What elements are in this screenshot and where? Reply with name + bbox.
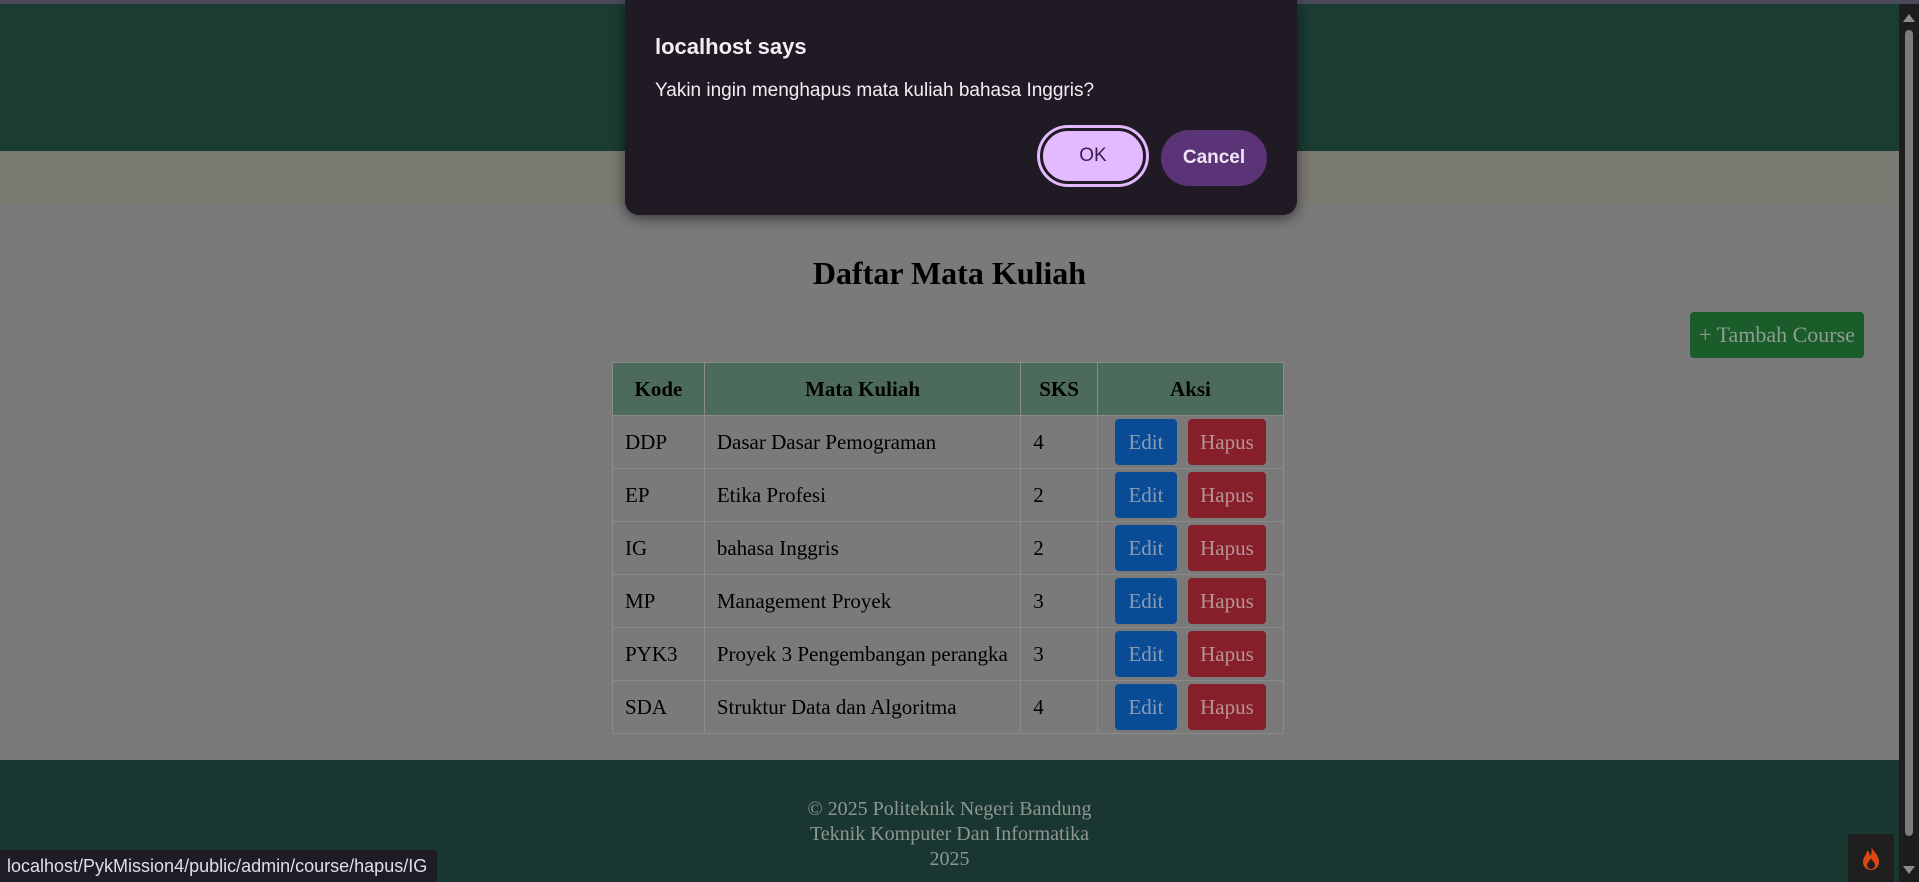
cell-aksi: Edit Hapus [1096, 680, 1285, 734]
edit-button[interactable]: Edit [1114, 631, 1177, 677]
cell-kode: DDP [612, 415, 705, 469]
dev-toolbar-button[interactable] [1848, 834, 1894, 882]
add-course-button[interactable]: + Tambah Course [1690, 312, 1864, 358]
table-header-row: Kode Mata Kuliah SKS Aksi [612, 362, 1285, 416]
cell-aksi: Edit Hapus [1096, 468, 1285, 522]
column-header-sks: SKS [1020, 362, 1098, 416]
cell-mata-kuliah: bahasa Inggris [703, 521, 1022, 575]
table-row: MP Management Proyek 3 Edit Hapus [612, 574, 1285, 628]
page-title: Daftar Mata Kuliah [812, 255, 1087, 291]
edit-button[interactable]: Edit [1114, 684, 1177, 730]
ok-button[interactable]: OK [1040, 128, 1146, 184]
edit-button[interactable]: Edit [1114, 472, 1177, 518]
delete-button[interactable]: Hapus [1187, 578, 1266, 624]
cell-mata-kuliah: Management Proyek [703, 574, 1022, 628]
delete-button[interactable]: Hapus [1187, 419, 1266, 465]
cell-aksi: Edit Hapus [1096, 574, 1285, 628]
edit-button[interactable]: Edit [1114, 525, 1177, 571]
cell-kode: SDA [612, 680, 705, 734]
table-row: DDP Dasar Dasar Pemograman 4 Edit Hapus [612, 415, 1285, 469]
cell-aksi: Edit Hapus [1096, 521, 1285, 575]
table-row: PYK3 Proyek 3 Pengembangan perangka 3 Ed… [612, 627, 1285, 681]
table-row: IG bahasa Inggris 2 Edit Hapus [612, 521, 1285, 575]
delete-button[interactable]: Hapus [1187, 472, 1266, 518]
cell-sks: 4 [1020, 415, 1098, 469]
edit-button[interactable]: Edit [1114, 578, 1177, 624]
edit-button[interactable]: Edit [1114, 419, 1177, 465]
delete-button[interactable]: Hapus [1187, 684, 1266, 730]
footer-department: Teknik Komputer Dan Informatika [809, 823, 1090, 845]
column-header-aksi: Aksi [1096, 362, 1285, 416]
column-header-kode: Kode [612, 362, 705, 416]
column-header-mata-kuliah: Mata Kuliah [703, 362, 1022, 416]
dialog-message: Yakin ingin menghapus mata kuliah bahasa… [655, 80, 1095, 101]
scroll-down-arrow-icon[interactable] [1903, 866, 1915, 874]
dialog-title: localhost says [655, 34, 807, 59]
scroll-up-arrow-icon[interactable] [1903, 14, 1915, 22]
cell-sks: 3 [1020, 627, 1098, 681]
cell-aksi: Edit Hapus [1096, 415, 1285, 469]
cancel-button[interactable]: Cancel [1161, 130, 1267, 186]
cell-sks: 2 [1020, 468, 1098, 522]
cell-kode: IG [612, 521, 705, 575]
table-row: EP Etika Profesi 2 Edit Hapus [612, 468, 1285, 522]
cell-aksi: Edit Hapus [1096, 627, 1285, 681]
flame-icon [1863, 846, 1879, 870]
cell-sks: 3 [1020, 574, 1098, 628]
cell-mata-kuliah: Proyek 3 Pengembangan perangka [703, 627, 1022, 681]
cell-mata-kuliah: Struktur Data dan Algoritma [703, 680, 1022, 734]
cell-mata-kuliah: Etika Profesi [703, 468, 1022, 522]
cell-kode: EP [612, 468, 705, 522]
scrollbar-thumb[interactable] [1905, 30, 1913, 836]
cell-kode: MP [612, 574, 705, 628]
cell-sks: 2 [1020, 521, 1098, 575]
confirm-dialog: localhost says Yakin ingin menghapus mat… [625, 0, 1297, 215]
delete-button[interactable]: Hapus [1187, 631, 1266, 677]
table-row: SDA Struktur Data dan Algoritma 4 Edit Ha… [612, 680, 1285, 734]
course-table: Kode Mata Kuliah SKS Aksi DDP Dasar Dasa… [612, 362, 1285, 734]
cell-sks: 4 [1020, 680, 1098, 734]
footer-copyright: © 2025 Politeknik Negeri Bandung [807, 798, 1092, 820]
link-status-bar: localhost/PykMission4/public/admin/cours… [0, 850, 438, 882]
cell-mata-kuliah: Dasar Dasar Pemograman [703, 415, 1022, 469]
delete-button[interactable]: Hapus [1187, 525, 1266, 571]
cell-kode: PYK3 [612, 627, 705, 681]
